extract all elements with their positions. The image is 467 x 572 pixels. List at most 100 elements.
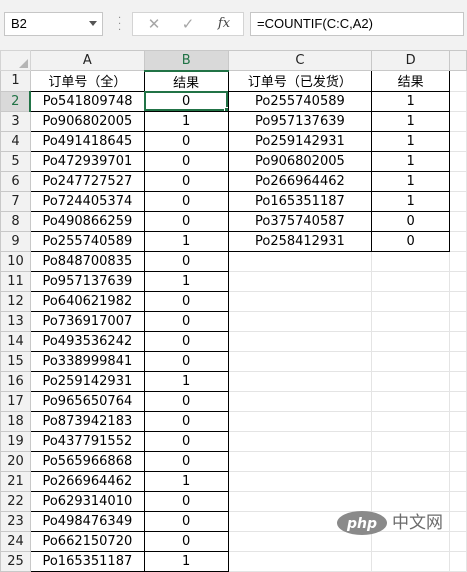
- column-header-e[interactable]: [449, 50, 467, 71]
- cell-d10[interactable]: [371, 250, 451, 272]
- cell-e13[interactable]: [449, 310, 467, 332]
- cell-e2[interactable]: [449, 90, 467, 112]
- cell-b20[interactable]: 0: [143, 450, 229, 472]
- cell-a22[interactable]: Po629314010: [29, 490, 145, 512]
- column-header-d[interactable]: D: [371, 50, 451, 71]
- cell-b15[interactable]: 0: [143, 350, 229, 372]
- cell-e10[interactable]: [449, 250, 467, 272]
- cell-a25[interactable]: Po165351187: [29, 550, 145, 572]
- drag-handle-icon[interactable]: · · ·: [118, 14, 121, 36]
- cell-c15[interactable]: [227, 350, 373, 372]
- cell-d15[interactable]: [371, 350, 451, 372]
- cell-a19[interactable]: Po437791552: [29, 430, 145, 452]
- cell-b3[interactable]: 1: [143, 110, 229, 132]
- cell-b4[interactable]: 0: [143, 130, 229, 152]
- cell-d3[interactable]: 1: [371, 110, 451, 132]
- cell-e17[interactable]: [449, 390, 467, 412]
- cell-b14[interactable]: 0: [143, 330, 229, 352]
- cell-a10[interactable]: Po848700835: [29, 250, 145, 272]
- column-header-c[interactable]: C: [227, 50, 373, 71]
- cell-b2[interactable]: 0: [143, 90, 229, 112]
- cell-b5[interactable]: 0: [143, 150, 229, 172]
- cell-d17[interactable]: [371, 390, 451, 412]
- cell-a1[interactable]: 订单号（全）: [29, 70, 145, 92]
- cell-a18[interactable]: Po873942183: [29, 410, 145, 432]
- cell-e1[interactable]: [449, 70, 467, 92]
- cell-e3[interactable]: [449, 110, 467, 132]
- cell-a6[interactable]: Po247727527: [29, 170, 145, 192]
- row-header[interactable]: 24: [0, 530, 31, 552]
- cell-b25[interactable]: 1: [143, 550, 229, 572]
- name-box[interactable]: B2: [4, 12, 103, 36]
- close-icon[interactable]: ✕: [139, 13, 169, 35]
- cell-b22[interactable]: 0: [143, 490, 229, 512]
- cell-c7[interactable]: Po165351187: [227, 190, 373, 212]
- cell-a24[interactable]: Po662150720: [29, 530, 145, 552]
- insert-function-icon[interactable]: fx: [209, 13, 239, 35]
- cell-c9[interactable]: Po258412931: [227, 230, 373, 252]
- cell-c19[interactable]: [227, 430, 373, 452]
- row-header[interactable]: 3: [0, 110, 31, 132]
- cell-b21[interactable]: 1: [143, 470, 229, 492]
- cell-c18[interactable]: [227, 410, 373, 432]
- cell-b24[interactable]: 0: [143, 530, 229, 552]
- cell-c21[interactable]: [227, 470, 373, 492]
- cell-c3[interactable]: Po957137639: [227, 110, 373, 132]
- cell-a8[interactable]: Po490866259: [29, 210, 145, 232]
- cell-d19[interactable]: [371, 430, 451, 452]
- cell-d6[interactable]: 1: [371, 170, 451, 192]
- cell-a15[interactable]: Po338999841: [29, 350, 145, 372]
- cell-c6[interactable]: Po266964462: [227, 170, 373, 192]
- cell-b23[interactable]: 0: [143, 510, 229, 532]
- cell-b6[interactable]: 0: [143, 170, 229, 192]
- cell-a21[interactable]: Po266964462: [29, 470, 145, 492]
- row-header[interactable]: 21: [0, 470, 31, 492]
- cell-a13[interactable]: Po736917007: [29, 310, 145, 332]
- cell-b7[interactable]: 0: [143, 190, 229, 212]
- cell-d1[interactable]: 结果: [371, 70, 451, 92]
- row-header[interactable]: 12: [0, 290, 31, 312]
- cell-b10[interactable]: 0: [143, 250, 229, 272]
- cell-a5[interactable]: Po472939701: [29, 150, 145, 172]
- cell-c13[interactable]: [227, 310, 373, 332]
- cell-a2[interactable]: Po541809748: [29, 90, 145, 112]
- fill-handle[interactable]: [223, 106, 228, 110]
- cell-c10[interactable]: [227, 250, 373, 272]
- formula-input[interactable]: =COUNTIF(C:C,A2): [250, 12, 464, 36]
- cell-d5[interactable]: 1: [371, 150, 451, 172]
- cell-b12[interactable]: 0: [143, 290, 229, 312]
- row-header[interactable]: 14: [0, 330, 31, 352]
- row-header[interactable]: 23: [0, 510, 31, 532]
- cell-e6[interactable]: [449, 170, 467, 192]
- cell-b13[interactable]: 0: [143, 310, 229, 332]
- column-header-b[interactable]: B: [143, 50, 229, 72]
- cell-e16[interactable]: [449, 370, 467, 392]
- cell-c25[interactable]: [227, 550, 373, 572]
- cell-d12[interactable]: [371, 290, 451, 312]
- cell-d8[interactable]: 0: [371, 210, 451, 232]
- cell-a3[interactable]: Po906802005: [29, 110, 145, 132]
- row-header[interactable]: 25: [0, 550, 31, 572]
- cell-d16[interactable]: [371, 370, 451, 392]
- cell-c1[interactable]: 订单号（已发货）: [227, 70, 373, 92]
- cell-e9[interactable]: [449, 230, 467, 252]
- cell-b19[interactable]: 0: [143, 430, 229, 452]
- cell-c4[interactable]: Po259142931: [227, 130, 373, 152]
- cell-b16[interactable]: 1: [143, 370, 229, 392]
- cell-a11[interactable]: Po957137639: [29, 270, 145, 292]
- cell-d4[interactable]: 1: [371, 130, 451, 152]
- cell-e21[interactable]: [449, 470, 467, 492]
- cell-b18[interactable]: 0: [143, 410, 229, 432]
- cell-c16[interactable]: [227, 370, 373, 392]
- cell-e7[interactable]: [449, 190, 467, 212]
- cell-d20[interactable]: [371, 450, 451, 472]
- cell-d9[interactable]: 0: [371, 230, 451, 252]
- cell-a17[interactable]: Po965650764: [29, 390, 145, 412]
- cell-e20[interactable]: [449, 450, 467, 472]
- cell-d18[interactable]: [371, 410, 451, 432]
- column-header-a[interactable]: A: [29, 50, 145, 71]
- cell-c14[interactable]: [227, 330, 373, 352]
- cell-c5[interactable]: Po906802005: [227, 150, 373, 172]
- row-header[interactable]: 16: [0, 370, 31, 392]
- cell-c8[interactable]: Po375740587: [227, 210, 373, 232]
